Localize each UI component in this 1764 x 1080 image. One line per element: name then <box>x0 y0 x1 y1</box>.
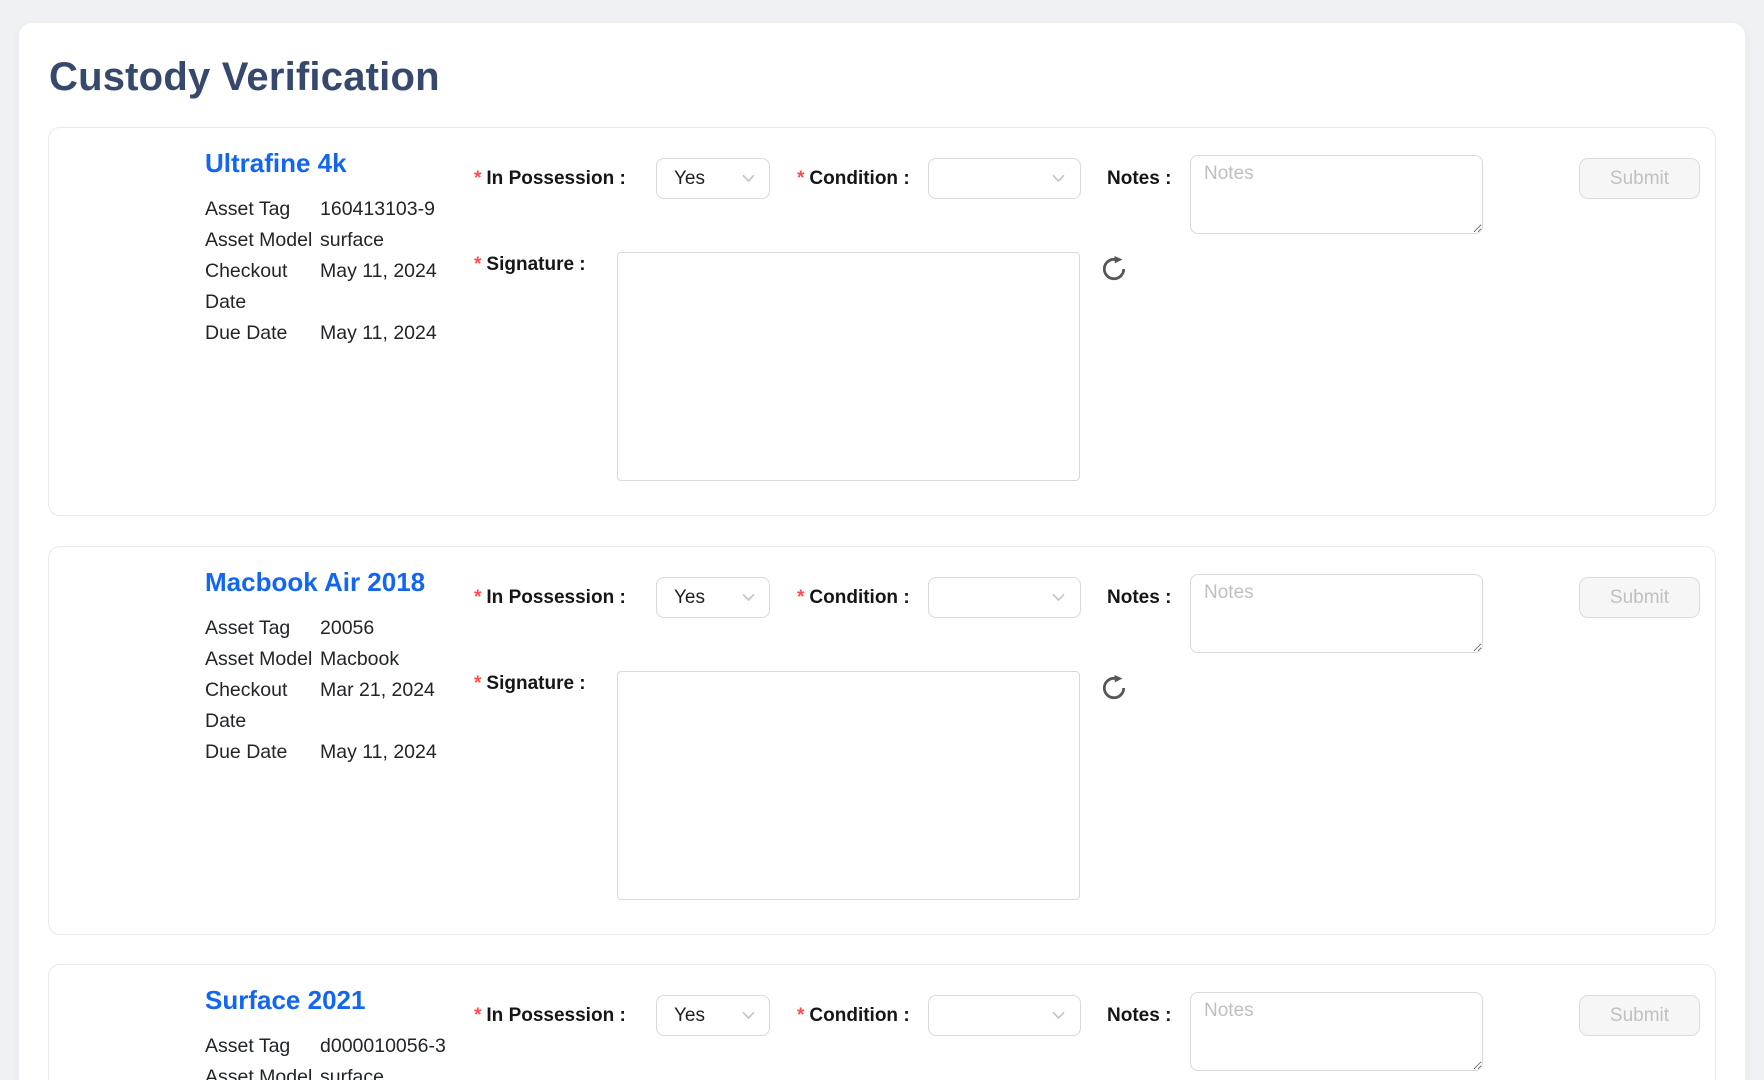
in-possession-field-label: * In Possession : <box>474 995 626 1036</box>
in-possession-field-label: * In Possession : <box>474 577 626 618</box>
checkout-date-label: Checkout Date <box>205 675 320 737</box>
asset-model-value: surface <box>320 225 437 256</box>
required-asterisk: * <box>474 673 481 695</box>
chevron-down-icon <box>740 170 757 187</box>
submit-button[interactable]: Submit <box>1579 995 1700 1036</box>
asset-card: Ultrafine 4k Asset Tag 160413103-9 Asset… <box>48 127 1716 516</box>
in-possession-label: In Possession : <box>486 587 625 609</box>
asset-tag-value: 20056 <box>320 613 437 644</box>
condition-select[interactable] <box>928 158 1081 199</box>
asset-model-value: Macbook <box>320 644 437 675</box>
asset-tag-label: Asset Tag <box>205 613 320 644</box>
notes-input[interactable] <box>1190 574 1483 653</box>
in-possession-value: Yes <box>674 587 705 609</box>
condition-label: Condition : <box>809 1005 909 1027</box>
asset-card: Surface 2021 Asset Tag d000010056-3 Asse… <box>48 964 1716 1080</box>
in-possession-value: Yes <box>674 1005 705 1027</box>
chevron-down-icon <box>1050 589 1067 606</box>
asset-tag-label: Asset Tag <box>205 1031 320 1062</box>
checkout-date-value: Mar 21, 2024 <box>320 675 437 737</box>
required-asterisk: * <box>474 168 481 190</box>
in-possession-label: In Possession : <box>486 1005 625 1027</box>
notes-field-label: Notes : <box>1107 995 1171 1036</box>
reset-signature-button[interactable] <box>1099 255 1129 285</box>
submit-button[interactable]: Submit <box>1579 158 1700 199</box>
required-asterisk: * <box>474 587 481 609</box>
asset-tag-value: 160413103-9 <box>320 194 437 225</box>
in-possession-value: Yes <box>674 168 705 190</box>
signature-pad[interactable] <box>617 671 1080 900</box>
due-date-label: Due Date <box>205 318 320 349</box>
notes-label: Notes : <box>1107 1005 1171 1027</box>
asset-info: Asset Tag d000010056-3 Asset Model surfa… <box>205 1031 446 1080</box>
signature-field-label: * Signature : <box>474 244 586 285</box>
notes-label: Notes : <box>1107 168 1171 190</box>
due-date-value: May 11, 2024 <box>320 318 437 349</box>
in-possession-label: In Possession : <box>486 168 625 190</box>
asset-title-link[interactable]: Ultrafine 4k <box>205 148 347 179</box>
notes-input[interactable] <box>1190 155 1483 234</box>
asset-tag-label: Asset Tag <box>205 194 320 225</box>
asset-info: Asset Tag 20056 Asset Model Macbook Chec… <box>205 613 437 768</box>
asset-tag-value: d000010056-3 <box>320 1031 446 1062</box>
chevron-down-icon <box>740 1007 757 1024</box>
signature-field-label: * Signature : <box>474 663 586 704</box>
condition-field-label: * Condition : <box>797 995 910 1036</box>
signature-label: Signature : <box>486 673 585 695</box>
signature-label: Signature : <box>486 254 585 276</box>
in-possession-select[interactable]: Yes <box>656 577 770 618</box>
due-date-label: Due Date <box>205 737 320 768</box>
chevron-down-icon <box>1050 1007 1067 1024</box>
condition-label: Condition : <box>809 587 909 609</box>
asset-title-link[interactable]: Surface 2021 <box>205 985 365 1016</box>
page-title: Custody Verification <box>49 55 440 100</box>
submit-button[interactable]: Submit <box>1579 577 1700 618</box>
condition-select[interactable] <box>928 577 1081 618</box>
asset-card: Macbook Air 2018 Asset Tag 20056 Asset M… <box>48 546 1716 935</box>
required-asterisk: * <box>797 168 804 190</box>
in-possession-select[interactable]: Yes <box>656 158 770 199</box>
signature-pad[interactable] <box>617 252 1080 481</box>
due-date-value: May 11, 2024 <box>320 737 437 768</box>
checkout-date-value: May 11, 2024 <box>320 256 437 318</box>
main-panel: Custody Verification Ultrafine 4k Asset … <box>18 22 1746 1080</box>
asset-model-label: Asset Model <box>205 225 320 256</box>
asset-model-label: Asset Model <box>205 644 320 675</box>
refresh-icon <box>1100 255 1128 283</box>
condition-label: Condition : <box>809 168 909 190</box>
chevron-down-icon <box>1050 170 1067 187</box>
required-asterisk: * <box>797 1005 804 1027</box>
notes-label: Notes : <box>1107 587 1171 609</box>
asset-info: Asset Tag 160413103-9 Asset Model surfac… <box>205 194 437 349</box>
checkout-date-label: Checkout Date <box>205 256 320 318</box>
refresh-icon <box>1100 674 1128 702</box>
required-asterisk: * <box>797 587 804 609</box>
condition-select[interactable] <box>928 995 1081 1036</box>
reset-signature-button[interactable] <box>1099 674 1129 704</box>
notes-input[interactable] <box>1190 992 1483 1071</box>
notes-field-label: Notes : <box>1107 577 1171 618</box>
asset-model-value: surface <box>320 1062 446 1080</box>
chevron-down-icon <box>740 589 757 606</box>
required-asterisk: * <box>474 1005 481 1027</box>
in-possession-select[interactable]: Yes <box>656 995 770 1036</box>
condition-field-label: * Condition : <box>797 577 910 618</box>
in-possession-field-label: * In Possession : <box>474 158 626 199</box>
required-asterisk: * <box>474 254 481 276</box>
asset-model-label: Asset Model <box>205 1062 320 1080</box>
asset-title-link[interactable]: Macbook Air 2018 <box>205 567 425 598</box>
notes-field-label: Notes : <box>1107 158 1171 199</box>
condition-field-label: * Condition : <box>797 158 910 199</box>
